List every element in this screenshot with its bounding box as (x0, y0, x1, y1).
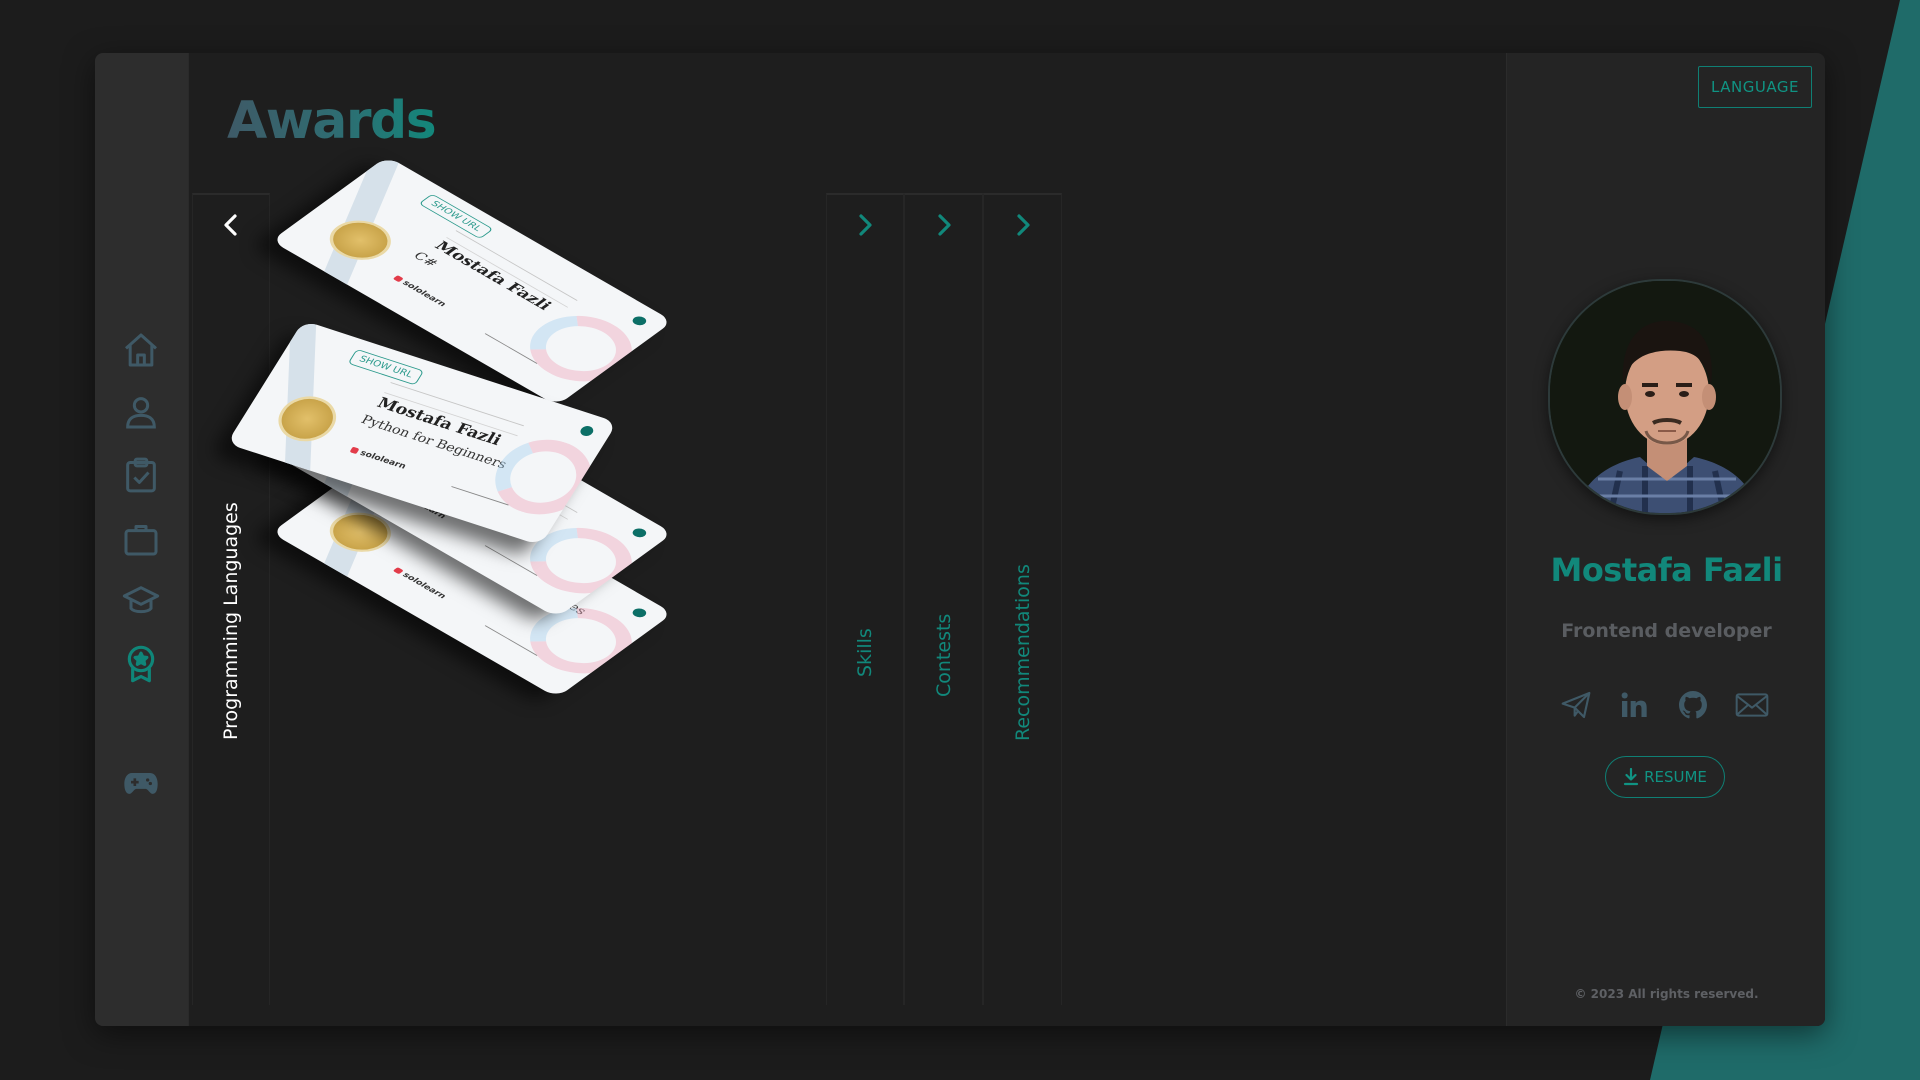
show-url-button[interactable]: SHOW URL (347, 348, 424, 386)
chevron-left-icon (224, 214, 237, 236)
linkedin-link[interactable] (1614, 685, 1654, 725)
certificate-stack: Python Data Structures sololearn sololea… (226, 53, 709, 698)
resume-label: RESUME (1644, 768, 1707, 786)
profile-role: Frontend developer (1561, 620, 1772, 642)
telegram-link[interactable] (1556, 685, 1596, 725)
award-icon (127, 645, 155, 683)
copyright-text: © 2023 All rights reserved. (1574, 987, 1759, 1001)
expand-button[interactable] (1008, 210, 1038, 240)
language-button[interactable]: LANGUAGE (1698, 66, 1812, 108)
badge-icon (629, 606, 649, 620)
home-icon (125, 333, 157, 367)
tab-label[interactable]: Programming Languages (220, 502, 242, 740)
telegram-icon (1561, 691, 1591, 719)
collapse-button[interactable] (216, 210, 246, 240)
mail-icon (1735, 693, 1769, 717)
app-window: Awards Programming Languages Python Data… (95, 53, 1825, 1026)
gamepad-icon (124, 773, 158, 794)
email-link[interactable] (1732, 685, 1772, 725)
tab-skills[interactable]: Skills (826, 193, 904, 1005)
graduation-cap-icon (122, 586, 160, 614)
profile-name: Mostafa Fazli (1550, 551, 1783, 589)
chevron-right-icon (859, 214, 872, 236)
download-icon (1623, 768, 1639, 786)
github-icon (1679, 691, 1707, 719)
expand-button[interactable] (850, 210, 880, 240)
avatar (1548, 279, 1782, 515)
sidebar-item-education[interactable] (115, 575, 167, 627)
sidebar-item-skills[interactable] (115, 449, 167, 501)
chevron-right-icon (937, 214, 951, 236)
sidebar-item-portfolio[interactable] (115, 513, 167, 565)
certificate-brand: sololearn (391, 275, 448, 309)
sidebar-item-games[interactable] (115, 757, 167, 809)
linkedin-icon (1621, 692, 1647, 717)
chevron-right-icon (1016, 214, 1030, 236)
badge-icon (629, 314, 649, 328)
badge-icon (629, 526, 649, 540)
sidebar-item-about[interactable] (115, 386, 167, 438)
social-links (1556, 685, 1778, 727)
tab-label[interactable]: Contests (933, 614, 955, 697)
github-link[interactable] (1673, 685, 1713, 725)
seal-icon (268, 389, 346, 448)
tab-contests[interactable]: Contests (904, 193, 983, 1005)
clipboard-check-icon (126, 457, 156, 493)
user-icon (126, 397, 156, 429)
certificate-brand: sololearn (349, 446, 407, 471)
sidebar (95, 53, 188, 1026)
expand-button[interactable] (929, 210, 959, 240)
sidebar-item-home[interactable] (115, 324, 167, 376)
briefcase-icon (124, 525, 158, 556)
main-content: Awards Programming Languages Python Data… (188, 53, 1506, 1026)
profile-panel: LANGUAGE Mostafa Fazli Frontend develope… (1506, 53, 1825, 1026)
sidebar-item-awards[interactable] (115, 638, 167, 690)
tab-recommendations[interactable]: Recommendations (983, 193, 1062, 1005)
resume-button[interactable]: RESUME (1605, 756, 1725, 798)
profile-photo (1550, 281, 1780, 513)
certificate-brand: sololearn (391, 567, 448, 601)
tab-label[interactable]: Recommendations (1012, 564, 1034, 741)
badge-icon (578, 424, 596, 438)
tab-label[interactable]: Skills (854, 628, 876, 677)
